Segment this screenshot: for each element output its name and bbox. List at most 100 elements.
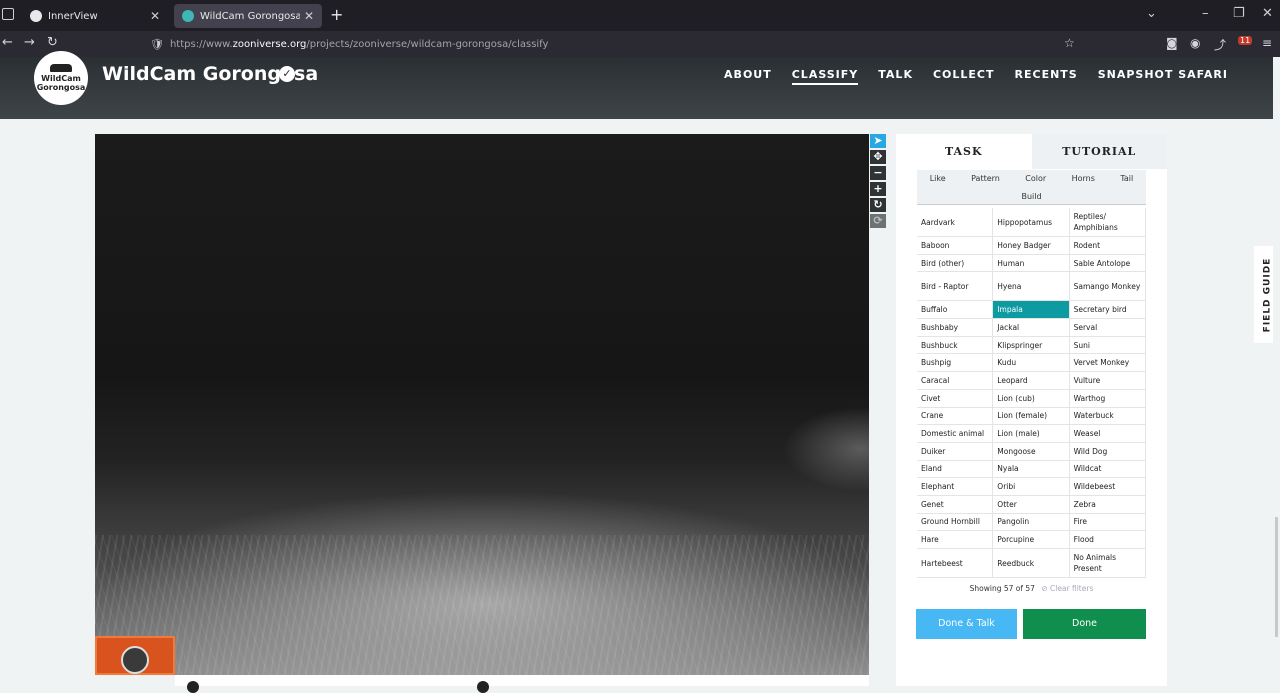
species-option[interactable]: Rodent xyxy=(1069,237,1146,255)
species-option[interactable]: Reptiles/ Amphibians xyxy=(1069,208,1146,237)
species-option[interactable]: Lion (cub) xyxy=(993,389,1070,408)
reset-icon[interactable]: ⟳ xyxy=(870,214,886,228)
species-option[interactable]: Leopard xyxy=(993,372,1070,390)
species-option[interactable]: Sable Antolope xyxy=(1069,254,1146,273)
subject-image[interactable] xyxy=(95,134,869,675)
close-tab-icon[interactable]: ✕ xyxy=(150,9,160,23)
filter-horns[interactable]: Horns xyxy=(1072,170,1095,188)
species-option[interactable]: Caracal xyxy=(917,372,994,390)
species-option[interactable]: Serval xyxy=(1069,319,1146,337)
nav-collect[interactable]: COLLECT xyxy=(933,68,995,85)
species-option[interactable]: Hippopotamus xyxy=(993,208,1070,237)
metadata-icon[interactable] xyxy=(477,681,489,693)
species-option[interactable]: Human xyxy=(993,254,1070,273)
species-option[interactable]: Buffalo xyxy=(917,301,994,320)
page-scrollbar[interactable] xyxy=(1273,57,1280,686)
account-icon[interactable]: ◉ xyxy=(1190,36,1200,50)
tab-task[interactable]: TASK xyxy=(896,134,1032,169)
species-option[interactable]: Reedbuck xyxy=(993,549,1070,578)
zoom-in-icon[interactable]: + xyxy=(870,182,886,196)
filter-like[interactable]: Like xyxy=(930,170,946,188)
species-option[interactable]: Secretary bird xyxy=(1069,301,1146,320)
filter-build[interactable]: Build xyxy=(917,188,1146,205)
species-option[interactable]: Lion (male) xyxy=(993,425,1070,443)
done-button[interactable]: Done xyxy=(1023,609,1146,639)
close-tab-icon[interactable]: ✕ xyxy=(304,9,314,23)
species-option[interactable]: Aardvark xyxy=(917,208,994,237)
species-option[interactable]: No Animals Present xyxy=(1069,549,1146,578)
browser-tab-wildcam[interactable]: WildCam Gorongosa » Classify ✕ xyxy=(174,4,322,28)
filter-color[interactable]: Color xyxy=(1025,170,1046,188)
species-option[interactable]: Hare xyxy=(917,531,994,549)
tab-tutorial[interactable]: TUTORIAL xyxy=(1031,134,1167,169)
species-option[interactable]: Weasel xyxy=(1069,425,1146,443)
species-option[interactable]: Ground Hornbill xyxy=(917,513,994,532)
species-option[interactable]: Hyena xyxy=(993,272,1070,302)
species-option[interactable]: Bushbuck xyxy=(917,336,994,355)
species-option[interactable]: Samango Monkey xyxy=(1069,272,1146,302)
tab-overview-icon[interactable] xyxy=(2,8,14,20)
bookmark-star-icon[interactable]: ☆ xyxy=(1064,36,1075,50)
tab-list-chevron-icon[interactable]: ⌄ xyxy=(1146,6,1157,21)
restore-icon[interactable]: ❐ xyxy=(1233,6,1245,21)
species-option[interactable]: Warthog xyxy=(1069,389,1146,408)
new-tab-button[interactable]: + xyxy=(330,5,343,24)
species-option[interactable]: Genet xyxy=(917,495,994,514)
species-option[interactable]: Honey Badger xyxy=(993,237,1070,255)
nav-about[interactable]: ABOUT xyxy=(724,68,772,85)
project-logo[interactable]: WildCam Gorongosa xyxy=(34,51,88,105)
species-option[interactable]: Fire xyxy=(1069,513,1146,532)
species-option[interactable]: Civet xyxy=(917,389,994,408)
species-option[interactable]: Impala xyxy=(993,301,1070,320)
extensions-icon[interactable]: ⤴ xyxy=(1214,36,1226,53)
nav-classify[interactable]: CLASSIFY xyxy=(791,68,859,85)
species-option[interactable]: Bushpig xyxy=(917,354,994,373)
species-option[interactable]: Oribi xyxy=(993,478,1070,496)
nav-snapshot-safari[interactable]: SNAPSHOT SAFARI xyxy=(1098,68,1228,85)
back-arrow-icon[interactable]: ← xyxy=(2,35,13,50)
filter-pattern[interactable]: Pattern xyxy=(971,170,1000,188)
species-option[interactable]: Nyala xyxy=(993,460,1070,479)
species-option[interactable]: Bushbaby xyxy=(917,319,994,337)
nav-talk[interactable]: TALK xyxy=(878,68,913,85)
species-option[interactable]: Wild Dog xyxy=(1069,442,1146,461)
browser-tab-innerview[interactable]: InnerView ✕ xyxy=(22,4,168,28)
address-bar[interactable]: 🛡 https://www. zooniverse.org/projects/zo… xyxy=(140,34,1080,54)
filter-tail[interactable]: Tail xyxy=(1120,170,1133,188)
species-option[interactable]: Kudu xyxy=(993,354,1070,373)
rotate-icon[interactable]: ↻ xyxy=(870,198,886,212)
species-option[interactable]: Porcupine xyxy=(993,531,1070,549)
forward-arrow-icon[interactable]: → xyxy=(24,35,35,50)
species-option[interactable]: Lion (female) xyxy=(993,407,1070,426)
species-option[interactable]: Otter xyxy=(993,495,1070,514)
shield-lock-icon[interactable]: 🛡 xyxy=(150,38,164,51)
species-option[interactable]: Eland xyxy=(917,460,994,479)
species-option[interactable]: Vervet Monkey xyxy=(1069,354,1146,373)
species-option[interactable]: Waterbuck xyxy=(1069,407,1146,426)
close-window-icon[interactable]: ✕ xyxy=(1262,6,1273,21)
zoom-out-icon[interactable]: − xyxy=(870,166,886,180)
pan-icon[interactable]: ✥ xyxy=(870,150,886,164)
species-option[interactable]: Elephant xyxy=(917,478,994,496)
species-option[interactable]: Klipspringer xyxy=(993,336,1070,355)
avatar-icon[interactable] xyxy=(187,681,199,693)
species-option[interactable]: Domestic animal xyxy=(917,425,994,443)
pocket-icon[interactable]: ◙ xyxy=(1166,36,1178,50)
species-option[interactable]: Suni xyxy=(1069,336,1146,355)
minimize-icon[interactable]: – xyxy=(1202,6,1209,21)
scrollbar-thumb[interactable] xyxy=(1275,517,1278,637)
pointer-icon[interactable]: ➤ xyxy=(870,134,886,148)
menu-icon[interactable]: ≡ xyxy=(1262,36,1272,50)
species-option[interactable]: Flood xyxy=(1069,531,1146,549)
species-option[interactable]: Jackal xyxy=(993,319,1070,337)
species-option[interactable]: Pangolin xyxy=(993,513,1070,532)
species-option[interactable]: Wildebeest xyxy=(1069,478,1146,496)
species-option[interactable]: Mongoose xyxy=(993,442,1070,461)
species-option[interactable]: Zebra xyxy=(1069,495,1146,514)
species-option[interactable]: Duiker xyxy=(917,442,994,461)
species-option[interactable]: Crane xyxy=(917,407,994,426)
species-option[interactable]: Vulture xyxy=(1069,372,1146,390)
species-option[interactable]: Bird (other) xyxy=(917,254,994,273)
clear-filters-link[interactable]: ⊘ Clear filters xyxy=(1041,584,1093,593)
species-option[interactable]: Hartebeest xyxy=(917,549,994,578)
